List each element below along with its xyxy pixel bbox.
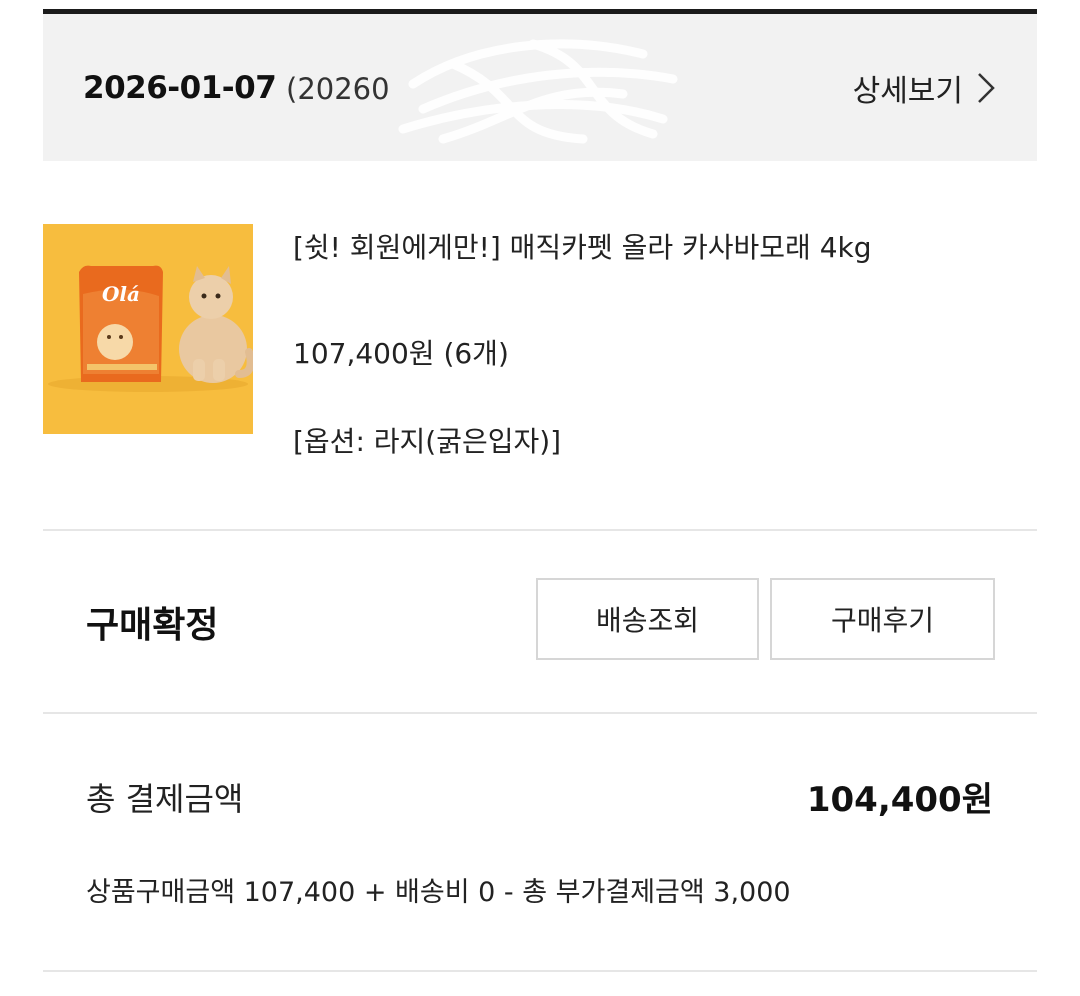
divider <box>43 712 1037 714</box>
write-review-button[interactable]: 구매후기 <box>770 578 995 660</box>
total-payment-amount: 104,400원 <box>806 780 993 820</box>
chevron-right-icon <box>978 73 995 103</box>
product-option: [옵션: 라지(굵은입자)] <box>293 425 562 458</box>
track-delivery-button[interactable]: 배송조회 <box>536 578 759 660</box>
product-item: Olá [쉿! 회원에게만!] 매직카펫 올라 카사바모래 4kg 107,40… <box>43 224 1037 484</box>
redaction-scribble <box>398 39 678 144</box>
product-illustration: Olá <box>43 224 253 434</box>
total-payment-label: 총 결제금액 <box>86 780 244 818</box>
order-number: (20260 <box>286 72 390 106</box>
view-details-link[interactable]: 상세보기 <box>853 66 995 110</box>
bag-logo-text: Olá <box>102 282 140 306</box>
view-details-label: 상세보기 <box>852 74 963 109</box>
payment-breakdown: 상품구매금액 107,400 + 배송비 0 - 총 부가결제금액 3,000 <box>86 877 791 908</box>
order-date: 2026-01-07 <box>83 70 277 106</box>
order-header: 2026-01-07 (20260 상세보기 <box>43 14 1037 161</box>
order-status: 구매확정 <box>86 605 219 646</box>
product-price-quantity: 107,400원 (6개) <box>293 337 509 370</box>
product-image[interactable]: Olá <box>43 224 253 434</box>
product-name[interactable]: [쉿! 회원에게만!] 매직카펫 올라 카사바모래 4kg <box>293 224 933 272</box>
divider <box>43 529 1037 531</box>
divider <box>43 970 1037 972</box>
